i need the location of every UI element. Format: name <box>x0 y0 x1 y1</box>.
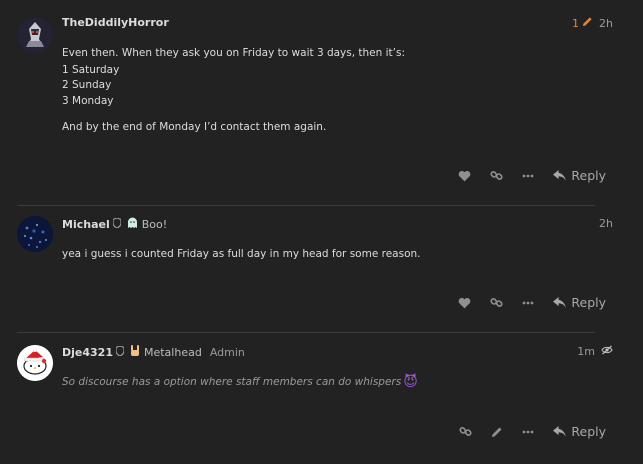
shield-icon <box>112 217 122 231</box>
shield-icon <box>115 345 125 359</box>
pencil-icon[interactable] <box>582 16 593 30</box>
reply-label: Reply <box>571 424 606 439</box>
avatar[interactable] <box>17 17 53 53</box>
post-body: Even then. When they ask you on Friday t… <box>62 46 405 136</box>
edit-icon[interactable] <box>491 426 503 438</box>
avatar[interactable] <box>17 345 53 381</box>
post-date[interactable]: 2h <box>599 17 613 30</box>
post-divider <box>17 332 595 333</box>
post-meta: 1 2h <box>572 16 613 30</box>
post-actions: Reply <box>439 168 606 183</box>
like-icon[interactable] <box>458 170 471 182</box>
post-line: 2 Sunday <box>62 79 112 91</box>
post-divider <box>17 205 595 206</box>
username[interactable]: TheDiddilyHorror <box>62 16 169 29</box>
more-icon[interactable] <box>522 174 534 178</box>
username[interactable]: Michael <box>62 218 110 231</box>
reply-button[interactable]: Reply <box>553 168 606 183</box>
link-icon[interactable] <box>490 169 503 182</box>
post-line: 1 Saturday <box>62 63 120 76</box>
user-flair: Metalhead <box>143 346 202 359</box>
post-line: So discourse has a option where staff me… <box>62 376 402 388</box>
user-title: Admin <box>209 346 245 359</box>
reply-icon <box>553 426 567 437</box>
more-icon[interactable] <box>522 430 534 434</box>
post-line: Even then. When they ask you on Friday t… <box>62 47 406 59</box>
edit-count[interactable]: 1 <box>572 17 579 30</box>
eye-slash-icon <box>601 345 613 358</box>
reply-button[interactable]: Reply <box>553 424 606 439</box>
rock-hand-icon <box>130 345 140 360</box>
post-line: yea i guess i counted Friday as full day… <box>62 248 421 260</box>
post-date[interactable]: 1m <box>577 345 595 358</box>
reply-button[interactable]: Reply <box>553 295 606 310</box>
post-actions: Reply <box>439 295 606 310</box>
reply-label: Reply <box>571 168 606 183</box>
link-icon[interactable] <box>459 425 472 438</box>
username[interactable]: Dje4321 <box>62 346 113 359</box>
link-icon[interactable] <box>490 296 503 309</box>
ghost-icon <box>127 217 138 232</box>
user-flair: Boo! <box>141 218 168 231</box>
post-body: So discourse has a option where staff me… <box>62 374 418 391</box>
avatar[interactable] <box>17 216 53 252</box>
smiling-imp-emoji: 😈 <box>403 374 418 390</box>
reply-label: Reply <box>571 295 606 310</box>
reply-icon <box>553 170 567 181</box>
user-meta: Michael Boo! <box>62 217 167 232</box>
reply-icon <box>553 297 567 308</box>
post-line: And by the end of Monday I’d contact the… <box>62 121 327 133</box>
post-line: 3 Monday <box>62 94 114 107</box>
post-actions: Reply <box>440 424 606 439</box>
post-body: yea i guess i counted Friday as full day… <box>62 247 420 263</box>
more-icon[interactable] <box>522 301 534 305</box>
like-icon[interactable] <box>458 297 471 309</box>
user-meta: Dje4321 Metalhead Admin <box>62 345 245 360</box>
post-meta: 1m <box>577 345 613 358</box>
post-date[interactable]: 2h <box>599 217 613 230</box>
